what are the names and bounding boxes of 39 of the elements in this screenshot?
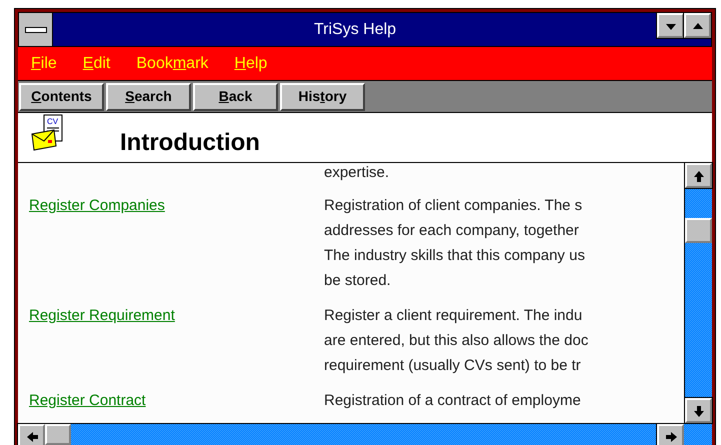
up-arrow-icon: [692, 168, 706, 182]
scroll-up-button[interactable]: [685, 163, 712, 188]
description-text: Registration of client companies. The s: [324, 196, 584, 216]
description-text: addresses for each company, together: [324, 221, 580, 241]
toolbar-button[interactable]: Contents: [19, 82, 104, 110]
toolbar-button[interactable]: Search: [106, 82, 191, 110]
topic-link[interactable]: Register Contract: [29, 392, 146, 409]
scroll-left-button[interactable]: [18, 424, 45, 445]
left-arrow-icon: [24, 430, 38, 444]
system-menu-button[interactable]: [19, 13, 53, 46]
down-arrow-icon: [692, 404, 706, 418]
description-text: are entered, but this also allows the doc: [324, 331, 588, 351]
menu-item[interactable]: Bookmark: [136, 52, 208, 76]
menu-item[interactable]: Edit: [82, 52, 110, 76]
scroll-thumb[interactable]: [45, 424, 71, 445]
topic-title: Introduction: [120, 128, 260, 158]
horizontal-scrollbar[interactable]: [18, 424, 684, 445]
minimize-button[interactable]: [657, 13, 684, 38]
topic-link[interactable]: Register Companies: [29, 197, 165, 214]
maximize-button[interactable]: [684, 13, 711, 38]
description-text: requirement (usually CVs sent) to be tr: [324, 356, 582, 376]
description-text: be stored.: [324, 271, 392, 291]
right-arrow-icon: [664, 430, 678, 444]
toolbar-button[interactable]: Back: [193, 82, 278, 110]
description-text: Registration of a contract of employme: [324, 391, 581, 411]
menu-item[interactable]: File: [31, 52, 57, 76]
scrollbar-corner: [684, 424, 712, 445]
window-title: TriSys Help: [312, 20, 398, 40]
description-text: The industry skills that this company us: [324, 246, 585, 266]
vertical-scrollbar[interactable]: [684, 163, 712, 423]
toolbar-button[interactable]: History: [280, 82, 365, 110]
topic-link[interactable]: Register Requirement: [29, 307, 175, 324]
scroll-thumb[interactable]: [685, 218, 712, 243]
dash-icon: [24, 26, 46, 32]
scroll-right-button[interactable]: [657, 424, 684, 445]
description-text: Register a client requirement. The indu: [324, 306, 584, 326]
menu-item[interactable]: Help: [234, 52, 268, 76]
body-text: expertise.: [324, 164, 390, 181]
scroll-down-button[interactable]: [685, 398, 712, 423]
